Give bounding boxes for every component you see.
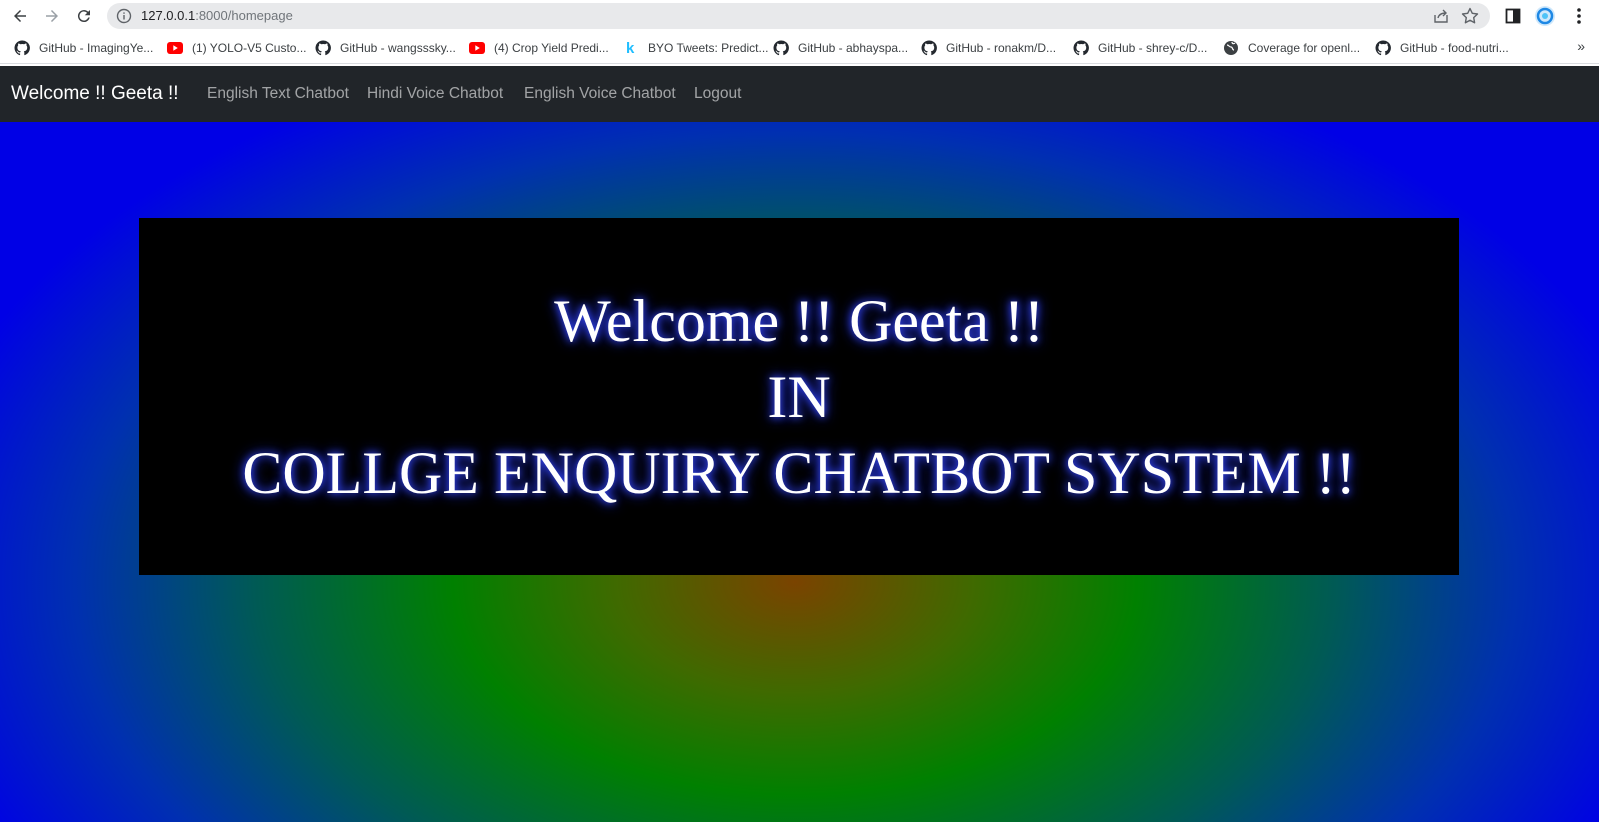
bookmark-star-icon[interactable] [1460, 6, 1480, 26]
gradient-background: Welcome !! Geeta !! IN COLLGE ENQUIRY CH… [0, 122, 1599, 822]
browser-toolbar: 127.0.0.1:8000/homepage [0, 0, 1599, 32]
nav-link-hindi-voice-chatbot[interactable]: Hindi Voice Chatbot [367, 84, 503, 104]
bookmark-label: GitHub - ronakm/D... [946, 41, 1057, 55]
app-navbar: Welcome !! Geeta !! English Text Chatbot… [0, 66, 1599, 122]
back-arrow-icon[interactable] [8, 4, 32, 28]
bookmark-item[interactable]: (4) Crop Yield Predi... [469, 39, 609, 57]
nav-link-english-voice-chatbot[interactable]: English Voice Chatbot [524, 84, 676, 104]
share-icon[interactable] [1432, 7, 1450, 25]
github-icon [773, 40, 789, 56]
youtube-icon [167, 40, 183, 56]
reload-icon[interactable] [72, 4, 96, 28]
github-icon [921, 40, 937, 56]
bookmark-label: (1) YOLO-V5 Custo... [192, 41, 307, 55]
youtube-icon [469, 40, 485, 56]
forward-arrow-icon[interactable] [40, 4, 64, 28]
nav-link-logout[interactable]: Logout [694, 84, 741, 104]
navbar-brand[interactable]: Welcome !! Geeta !! [11, 82, 179, 106]
bookmarks-bar: GitHub - ImagingYe... (1) YOLO-V5 Custo..… [0, 32, 1599, 64]
welcome-banner: Welcome !! Geeta !! IN COLLGE ENQUIRY CH… [139, 218, 1459, 575]
bookmark-label: (4) Crop Yield Predi... [494, 41, 609, 55]
bookmark-item[interactable]: GitHub - abhayspa... [773, 39, 908, 57]
bookmark-label: GitHub - food-nutri... [1400, 41, 1509, 55]
welcome-line: Welcome !! Geeta !! [554, 287, 1044, 354]
bookmark-label: GitHub - ImagingYe... [39, 41, 154, 55]
side-panel-icon[interactable] [1502, 5, 1524, 27]
svg-text:k: k [626, 40, 635, 56]
bookmark-item[interactable]: (1) YOLO-V5 Custo... [167, 39, 307, 57]
address-bar[interactable]: 127.0.0.1:8000/homepage [107, 3, 1490, 29]
menu-kebab-icon[interactable] [1568, 5, 1590, 27]
github-icon [14, 40, 30, 56]
bookmarks-overflow-chevron-icon[interactable]: » [1577, 38, 1585, 54]
github-icon [1375, 40, 1391, 56]
in-line: IN [767, 363, 831, 430]
k-icon: k [623, 40, 639, 56]
bookmark-item[interactable]: Coverage for openl... [1223, 39, 1360, 57]
bookmark-item[interactable]: GitHub - food-nutri... [1375, 39, 1509, 57]
bookmark-item[interactable]: GitHub - ImagingYe... [14, 39, 153, 57]
bookmark-label: GitHub - wangsssky... [340, 41, 456, 55]
url-text: 127.0.0.1:8000/homepage [141, 8, 293, 23]
bookmark-item[interactable]: k BYO Tweets: Predict... [623, 39, 769, 57]
bookmark-label: Coverage for openl... [1248, 41, 1361, 55]
profile-avatar-icon[interactable] [1534, 5, 1556, 27]
bookmark-item[interactable]: GitHub - wangsssky... [315, 39, 456, 57]
bookmark-label: GitHub - shrey-c/D... [1098, 41, 1208, 55]
github-icon [1073, 40, 1089, 56]
bookmark-item[interactable]: GitHub - shrey-c/D... [1073, 39, 1207, 57]
globe-icon [1223, 40, 1239, 56]
system-title-line: COLLGE ENQUIRY CHATBOT SYSTEM !! [242, 439, 1356, 506]
info-icon[interactable] [116, 8, 132, 24]
bookmark-label: BYO Tweets: Predict... [648, 41, 769, 55]
welcome-message: Welcome !! Geeta !! IN COLLGE ENQUIRY CH… [242, 283, 1355, 511]
bookmark-item[interactable]: GitHub - ronakm/D... [921, 39, 1056, 57]
bookmark-label: GitHub - abhayspa... [798, 41, 909, 55]
nav-link-english-text-chatbot[interactable]: English Text Chatbot [207, 84, 349, 104]
github-icon [315, 40, 331, 56]
